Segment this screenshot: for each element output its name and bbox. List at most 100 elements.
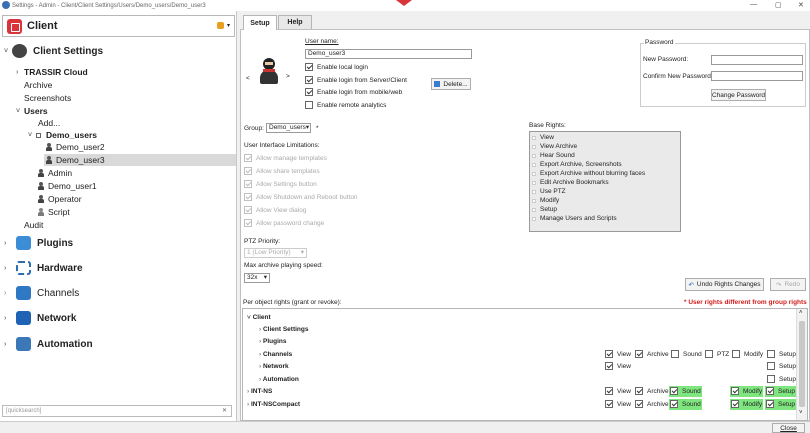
setup-checkbox[interactable]: Setup	[766, 374, 797, 385]
archive-checkbox[interactable]: Archive	[634, 386, 670, 397]
archive-checkbox[interactable]: Archive	[634, 349, 670, 360]
close-icon[interactable]: ✕	[798, 1, 804, 9]
sound-checkbox[interactable]: Sound	[669, 398, 702, 410]
base-right-use-ptz[interactable]: Use PTZ	[532, 188, 566, 195]
allow-share-templates-checkbox[interactable]: Allow share templates	[244, 167, 320, 175]
table-row[interactable]: › INT-NSCompact View Archive Sound Modif…	[243, 398, 798, 410]
scroll-thumb[interactable]	[799, 321, 805, 407]
base-right-modify[interactable]: Modify	[532, 197, 559, 204]
table-row[interactable]: › Channels View Archive Sound PTZ Modify…	[243, 348, 798, 360]
enable-local-login-checkbox[interactable]: Enable local login	[305, 63, 368, 71]
quicksearch-input[interactable]: [quicksearch] ✕	[2, 405, 232, 417]
setup-checkbox[interactable]: Setup	[765, 385, 796, 397]
tree-item-screenshots[interactable]: Screenshots	[24, 93, 71, 103]
allow-shutdown-checkbox[interactable]: Allow Shutdown and Reboot button	[244, 193, 358, 201]
tab-help[interactable]: Help	[278, 15, 312, 29]
minimize-icon[interactable]: —	[750, 1, 757, 8]
table-row[interactable]: › Client Settings	[243, 323, 798, 335]
chevron-right-icon[interactable]: ›	[4, 290, 12, 297]
chevron-down-icon[interactable]: ▾	[227, 22, 230, 29]
base-right-manage-users[interactable]: Manage Users and Scripts	[532, 215, 617, 222]
tree-item-demo-user2[interactable]: Demo_user2	[46, 142, 105, 152]
setup-checkbox[interactable]: Setup	[766, 349, 797, 360]
change-password-button[interactable]: Change Password	[711, 89, 766, 101]
allow-password-change-checkbox[interactable]: Allow password change	[244, 219, 324, 227]
tree-item-add[interactable]: Add...	[38, 118, 60, 128]
server-status-icon[interactable]	[217, 22, 224, 29]
base-right-setup[interactable]: Setup	[532, 206, 557, 213]
tab-setup[interactable]: Setup	[243, 15, 277, 30]
tree-item-network[interactable]: › Network	[4, 311, 76, 325]
tree-item-script[interactable]: Script	[38, 207, 70, 217]
base-right-export-unblurred[interactable]: Export Archive without blurring faces	[532, 170, 645, 177]
tree-item-automation[interactable]: › Automation	[4, 337, 93, 351]
undo-rights-button[interactable]: ↶ Undo Rights Changes	[685, 278, 764, 291]
base-right-edit-bookmarks[interactable]: Edit Archive Bookmarks	[532, 179, 609, 186]
tree-item-demo-users[interactable]: ˅ Demo_users	[28, 130, 97, 140]
sound-checkbox[interactable]: Sound	[670, 349, 703, 360]
table-scrollbar[interactable]: ˄ ˅	[796, 309, 807, 420]
chevron-right-icon[interactable]: ›	[4, 265, 12, 272]
prev-user-button[interactable]: <	[246, 75, 250, 82]
tree-item-trassir-cloud[interactable]: › TRASSIR Cloud	[16, 67, 88, 77]
table-row[interactable]: ˅ Client	[243, 311, 798, 323]
tree-item-audit[interactable]: Audit	[24, 220, 43, 230]
scroll-down-icon[interactable]: ˅	[799, 410, 803, 416]
view-checkbox[interactable]: View	[604, 386, 632, 397]
tree-item-demo-user1[interactable]: Demo_user1	[38, 181, 97, 191]
clear-search-icon[interactable]: ✕	[222, 406, 227, 416]
tree-item-archive[interactable]: Archive	[24, 80, 52, 90]
chevron-right-icon[interactable]: ›	[16, 69, 24, 76]
archive-checkbox[interactable]: Archive	[634, 399, 670, 410]
table-row[interactable]: › Automation Setup	[243, 373, 798, 385]
tree-item-plugins[interactable]: › Plugins	[4, 236, 73, 250]
setup-checkbox[interactable]: Setup	[765, 398, 796, 410]
base-right-hear-sound[interactable]: Hear Sound	[532, 152, 575, 159]
tree-item-operator[interactable]: Operator	[38, 194, 82, 204]
archive-speed-select[interactable]: 32x ▾	[244, 273, 270, 283]
table-row[interactable]: › Plugins	[243, 335, 798, 347]
allow-settings-button-checkbox[interactable]: Allow Settings button	[244, 180, 317, 188]
allow-view-dialog-checkbox[interactable]: Allow View dialog	[244, 206, 306, 214]
chevron-right-icon[interactable]: ›	[4, 240, 12, 247]
base-right-export[interactable]: Export Archive, Screenshots	[532, 161, 622, 168]
view-checkbox[interactable]: View	[604, 399, 632, 410]
tree-item-channels[interactable]: › Channels	[4, 286, 79, 300]
confirm-password-input[interactable]	[711, 71, 803, 81]
ptz-checkbox[interactable]: PTZ	[704, 349, 730, 360]
chevron-right-icon[interactable]: ›	[4, 315, 12, 322]
close-button[interactable]: Close	[772, 423, 805, 433]
tree-item-demo-user3[interactable]: Demo_user3	[44, 154, 236, 166]
enable-mobile-login-checkbox[interactable]: Enable login from mobile/web	[305, 88, 402, 96]
enable-remote-analytics-checkbox[interactable]: Enable remote analytics	[305, 101, 386, 109]
chevron-down-icon[interactable]: ˅	[4, 48, 12, 55]
modify-checkbox[interactable]: Modify	[731, 349, 764, 360]
next-user-button[interactable]: >	[286, 73, 290, 80]
enable-server-login-checkbox[interactable]: Enable login from Server/Client	[305, 76, 407, 84]
chevron-right-icon[interactable]: ›	[4, 341, 12, 348]
tree-item-hardware[interactable]: › Hardware	[4, 261, 83, 275]
base-right-view-archive[interactable]: View Archive	[532, 143, 577, 150]
modify-checkbox[interactable]: Modify	[730, 398, 764, 410]
redo-button[interactable]: ↷ Redo	[770, 278, 806, 291]
table-row[interactable]: › Network View Setup	[243, 360, 798, 372]
sound-checkbox[interactable]: Sound	[669, 385, 702, 397]
view-checkbox[interactable]: View	[604, 361, 632, 372]
setup-checkbox[interactable]: Setup	[766, 361, 797, 372]
ptz-priority-select[interactable]: 1 (Low Priority) ▾	[244, 248, 307, 258]
scroll-up-icon[interactable]: ˄	[799, 310, 803, 316]
group-select[interactable]: Demo_users ▾	[266, 123, 311, 133]
base-right-view[interactable]: View	[532, 134, 554, 141]
new-password-input[interactable]	[711, 55, 803, 65]
tree-item-admin[interactable]: Admin	[38, 168, 72, 178]
chevron-down-icon[interactable]: ˅	[16, 108, 24, 115]
client-header[interactable]: Client ▾	[2, 15, 235, 37]
tree-item-client-settings[interactable]: ˅ Client Settings	[4, 44, 103, 58]
maximize-icon[interactable]: ▢	[775, 1, 782, 9]
view-checkbox[interactable]: View	[604, 349, 632, 360]
delete-user-button[interactable]: Delete...	[431, 78, 471, 90]
allow-manage-templates-checkbox[interactable]: Allow manage templates	[244, 154, 327, 162]
user-name-input[interactable]: Demo_user3	[305, 49, 472, 59]
modify-checkbox[interactable]: Modify	[730, 385, 764, 397]
chevron-down-icon[interactable]: ˅	[28, 132, 36, 139]
